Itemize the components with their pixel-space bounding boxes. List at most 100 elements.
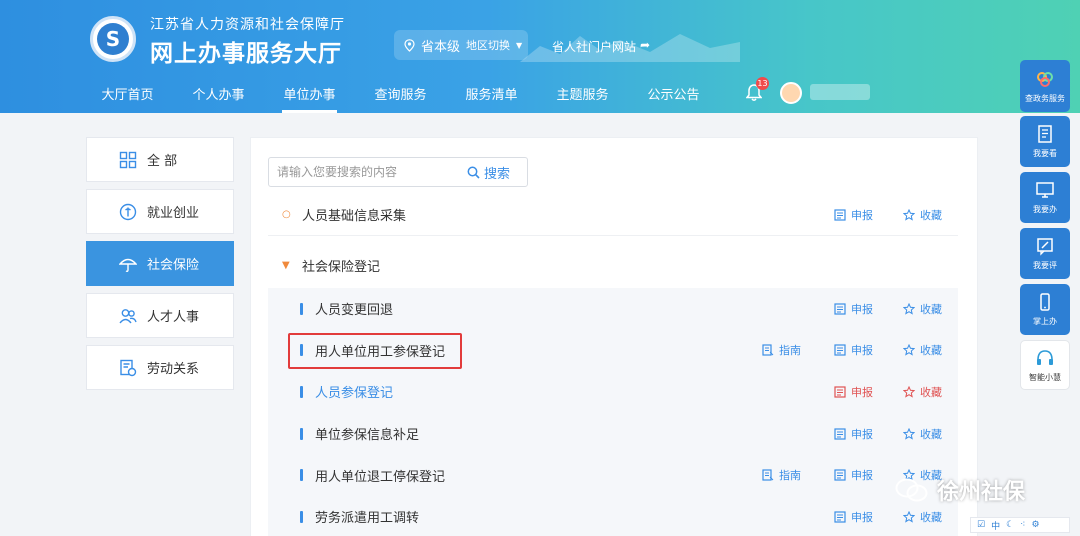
apply-button[interactable]: 申报 <box>834 426 873 442</box>
sidebar-item-talent[interactable]: 人才人事 <box>86 293 234 338</box>
category-row-social-insurance-registration[interactable]: ▼ 社会保险登记 <box>268 244 958 286</box>
service-list: 人员变更回退 申报 收藏 用人单位用工参保登记 指南 申报 收藏 人员参保登记 <box>268 288 958 536</box>
toolbar-label: 我要评 <box>1033 261 1057 270</box>
toolbar-smart-assistant[interactable]: 智能小慧 <box>1020 340 1070 390</box>
toolbar-evaluate[interactable]: 我要评 <box>1020 228 1070 279</box>
main-nav: 大厅首页 个人办事 单位办事 查询服务 服务清单 主题服务 公示公告 <box>82 74 719 113</box>
service-title[interactable]: 人员参保登记 <box>315 382 393 401</box>
form-icon <box>834 208 846 221</box>
row-bar-marker <box>300 385 303 398</box>
apply-label: 申报 <box>851 469 873 483</box>
settings-gear-icon[interactable]: ⚙ <box>1031 520 1039 530</box>
highlight-annotation-box <box>288 333 462 369</box>
dots-icon[interactable]: ⁖ <box>1020 520 1025 530</box>
search-input[interactable] <box>269 158 467 186</box>
apply-button[interactable]: 申报 <box>834 384 873 400</box>
caret-down-icon: ▼ <box>282 259 290 271</box>
apply-button[interactable]: 申报 <box>834 342 873 358</box>
apply-button[interactable]: 申报 <box>834 467 873 483</box>
star-icon <box>903 302 915 315</box>
list-item[interactable]: 用人单位退工停保登记 指南 申报 收藏 <box>268 454 958 496</box>
sidebar-item-all[interactable]: 全 部 <box>86 137 234 182</box>
site-name: 网上办事服务大厅 <box>150 41 342 67</box>
toolbar-gov-service[interactable]: 查政务服务 <box>1020 60 1070 112</box>
apply-label: 申报 <box>851 344 873 358</box>
region-switch-label[interactable]: 地区切换 <box>466 37 510 53</box>
circle-bullet-icon: ○ <box>282 209 291 220</box>
favorite-button[interactable]: 收藏 <box>903 509 942 525</box>
nav-item-organization[interactable]: 单位办事 <box>264 74 355 113</box>
form-icon <box>834 344 846 356</box>
notification-badge: 13 <box>756 77 769 90</box>
apply-button[interactable]: 申报 <box>834 207 873 223</box>
favorite-button[interactable]: 收藏 <box>903 207 942 223</box>
star-icon <box>903 385 915 398</box>
favorite-button[interactable]: 收藏 <box>903 342 942 358</box>
guide-doc-icon <box>762 469 774 481</box>
service-title[interactable]: 劳务派遣用工调转 <box>315 507 419 526</box>
form-icon <box>834 469 846 481</box>
toolbar-view[interactable]: 我要看 <box>1020 116 1070 167</box>
toolbar-handle[interactable]: 我要办 <box>1020 172 1070 223</box>
service-title[interactable]: 人员变更回退 <box>315 299 393 318</box>
row-bar-marker <box>300 427 303 440</box>
sidebar-item-label: 社会保险 <box>147 258 200 273</box>
apply-label: 申报 <box>851 208 873 222</box>
accessibility-strip[interactable]: ☑ 中 ☾ ⁖ ⚙ <box>970 517 1070 533</box>
nav-item-notices[interactable]: 公示公告 <box>628 74 719 113</box>
portal-link[interactable]: 省人社门户网站 ➦ <box>552 38 650 55</box>
mobile-phone-icon <box>1040 293 1050 311</box>
category-title: 社会保险登记 <box>302 259 381 275</box>
portal-link-label: 省人社门户网站 <box>552 40 637 54</box>
row-bar-marker <box>300 302 303 315</box>
sidebar-item-labor[interactable]: 劳动关系 <box>86 345 234 390</box>
search-button[interactable]: 搜索 <box>467 163 527 182</box>
guide-label: 指南 <box>779 344 801 358</box>
list-item[interactable]: 人员变更回退 申报 收藏 <box>268 288 958 330</box>
toolbar-label: 查政务服务 <box>1025 93 1065 103</box>
category-row-basic-info[interactable]: ○ 人员基础信息采集 申报 收藏 <box>268 194 958 236</box>
wechat-icon <box>895 478 928 502</box>
toolbar-mobile[interactable]: 掌上办 <box>1020 284 1070 335</box>
guide-label: 指南 <box>779 469 801 483</box>
list-item[interactable]: 人员参保登记 申报 收藏 <box>268 371 958 413</box>
nav-item-personal[interactable]: 个人办事 <box>173 74 264 113</box>
category-title: 人员基础信息采集 <box>302 209 407 224</box>
apply-button[interactable]: 申报 <box>834 509 873 525</box>
user-avatar[interactable] <box>780 82 802 104</box>
list-item[interactable]: 劳务派遣用工调转 申报 收藏 <box>268 496 958 536</box>
guide-button[interactable]: 指南 <box>762 467 801 483</box>
region-selector[interactable]: 省本级 地区切换 ▼ <box>394 30 528 60</box>
username-masked[interactable] <box>810 84 870 100</box>
form-icon <box>834 303 846 315</box>
favorite-label: 收藏 <box>920 302 942 316</box>
watermark-text: 徐州社保 <box>937 480 1026 505</box>
service-title[interactable]: 单位参保信息补足 <box>315 424 419 443</box>
service-title[interactable]: 用人单位退工停保登记 <box>315 466 445 485</box>
badge-icon <box>119 203 137 220</box>
form-icon <box>834 511 846 523</box>
favorite-button[interactable]: 收藏 <box>903 301 942 317</box>
nav-item-home[interactable]: 大厅首页 <box>82 74 173 113</box>
chinese-input-toggle[interactable]: 中 <box>991 519 1000 532</box>
site-logo[interactable]: S <box>90 16 136 62</box>
sidebar-item-social-insurance[interactable]: 社会保险 <box>86 241 234 286</box>
sidebar-item-label: 劳动关系 <box>147 362 200 377</box>
category-sidebar: 全 部 就业创业 社会保险 人才人事 劳动关系 <box>86 137 234 397</box>
list-item[interactable]: 单位参保信息补足 申报 收藏 <box>268 413 958 455</box>
toolbar-label: 智能小慧 <box>1029 372 1061 382</box>
nav-item-theme[interactable]: 主题服务 <box>537 74 628 113</box>
guide-button[interactable]: 指南 <box>762 342 801 358</box>
star-icon <box>903 208 915 221</box>
org-name: 江苏省人力资源和社会保障厅 <box>150 17 345 33</box>
apply-button[interactable]: 申报 <box>834 301 873 317</box>
moon-icon[interactable]: ☾ <box>1006 520 1014 530</box>
favorite-button[interactable]: 收藏 <box>903 384 942 400</box>
favorite-button[interactable]: 收藏 <box>903 426 942 442</box>
caret-down-icon: ▼ <box>516 40 523 50</box>
favorite-label: 收藏 <box>920 344 942 358</box>
sidebar-item-employment[interactable]: 就业创业 <box>86 189 234 234</box>
nav-item-query[interactable]: 查询服务 <box>355 74 446 113</box>
checkbox-icon[interactable]: ☑ <box>977 520 985 530</box>
nav-item-service-list[interactable]: 服务清单 <box>446 74 537 113</box>
